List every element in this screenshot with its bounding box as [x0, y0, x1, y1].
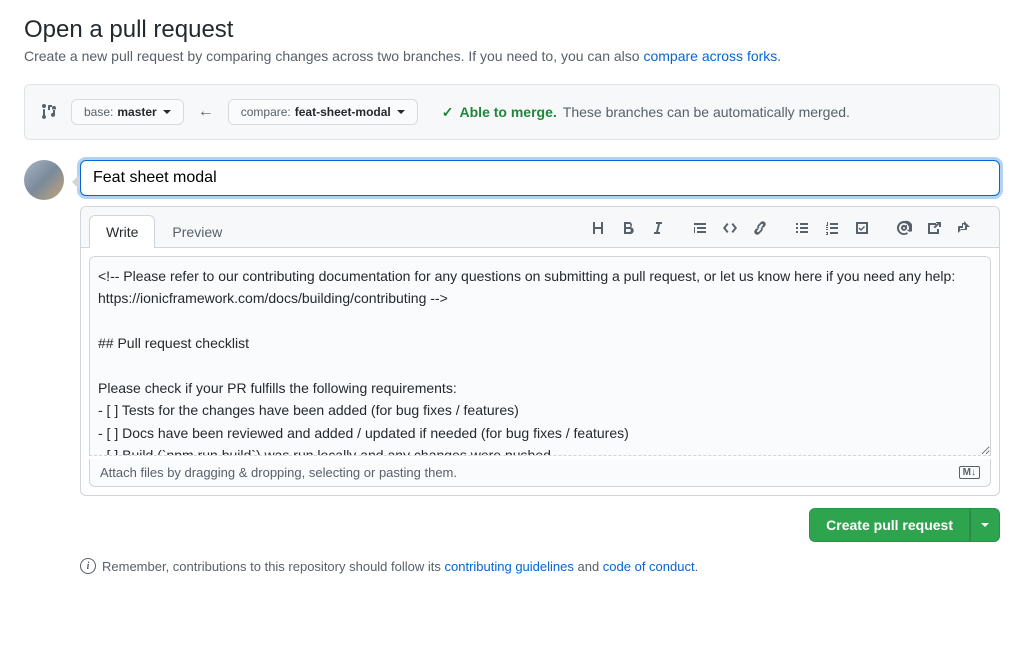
bold-icon[interactable] — [615, 215, 641, 241]
git-compare-icon — [41, 103, 57, 122]
base-value: master — [117, 105, 156, 119]
actions: Create pull request — [80, 508, 1000, 542]
caret-down-icon — [163, 110, 171, 114]
tabs-bar: Write Preview — [81, 207, 999, 248]
compare-branch-button[interactable]: compare: feat-sheet-modal — [228, 99, 418, 125]
footer-note: i Remember, contributions to this reposi… — [80, 558, 1000, 574]
caret-down-icon — [397, 110, 405, 114]
avatar[interactable] — [24, 160, 64, 200]
pr-body-textarea[interactable] — [89, 256, 991, 456]
markdown-toolbar — [579, 215, 991, 247]
link-icon[interactable] — [747, 215, 773, 241]
heading-icon[interactable] — [585, 215, 611, 241]
conduct-link[interactable]: code of conduct — [603, 559, 695, 574]
footer-middle: and — [574, 559, 603, 574]
merge-desc-text: These branches can be automatically merg… — [563, 104, 850, 120]
page-title: Open a pull request — [24, 16, 1000, 44]
check-icon: ✓ — [442, 104, 454, 121]
base-label: base: — [84, 105, 113, 119]
attach-hint: Attach files by dragging & dropping, sel… — [100, 465, 457, 480]
markdown-icon[interactable]: M↓ — [959, 466, 980, 479]
subtitle-text: Create a new pull request by comparing c… — [24, 48, 643, 64]
pr-area: Write Preview — [24, 160, 1000, 574]
pr-body: Write Preview — [80, 160, 1000, 574]
compare-value: feat-sheet-modal — [295, 105, 391, 119]
task-list-icon[interactable] — [849, 215, 875, 241]
base-branch-button[interactable]: base: master — [71, 99, 184, 125]
quote-icon[interactable] — [687, 215, 713, 241]
bullet-list-icon[interactable] — [789, 215, 815, 241]
compare-box: base: master ← compare: feat-sheet-modal… — [24, 84, 1000, 140]
footer-after: . — [695, 559, 699, 574]
subtitle-after: . — [777, 48, 781, 64]
create-pr-button[interactable]: Create pull request — [809, 508, 970, 542]
merge-status: ✓ Able to merge. These branches can be a… — [442, 104, 850, 121]
pr-title-input[interactable] — [80, 160, 1000, 196]
code-icon[interactable] — [717, 215, 743, 241]
italic-icon[interactable] — [645, 215, 671, 241]
mention-icon[interactable] — [891, 215, 917, 241]
create-pr-dropdown[interactable] — [970, 508, 1000, 542]
cross-reference-icon[interactable] — [921, 215, 947, 241]
tab-preview[interactable]: Preview — [155, 215, 239, 248]
compare-forks-link[interactable]: compare across forks — [643, 48, 777, 64]
merge-able-text: Able to merge. — [460, 104, 557, 120]
body-wrap: Attach files by dragging & dropping, sel… — [81, 248, 999, 495]
caret-down-icon — [981, 523, 989, 527]
reply-icon[interactable] — [951, 215, 977, 241]
attach-bar[interactable]: Attach files by dragging & dropping, sel… — [89, 459, 991, 487]
tab-write[interactable]: Write — [89, 215, 155, 248]
comment-box: Write Preview — [80, 206, 1000, 496]
arrow-left-icon: ← — [198, 103, 214, 121]
footer-before: Remember, contributions to this reposito… — [102, 559, 445, 574]
info-icon: i — [80, 558, 96, 574]
numbered-list-icon[interactable] — [819, 215, 845, 241]
contributing-link[interactable]: contributing guidelines — [445, 559, 574, 574]
page-subtitle: Create a new pull request by comparing c… — [24, 48, 1000, 64]
compare-label: compare: — [241, 105, 291, 119]
